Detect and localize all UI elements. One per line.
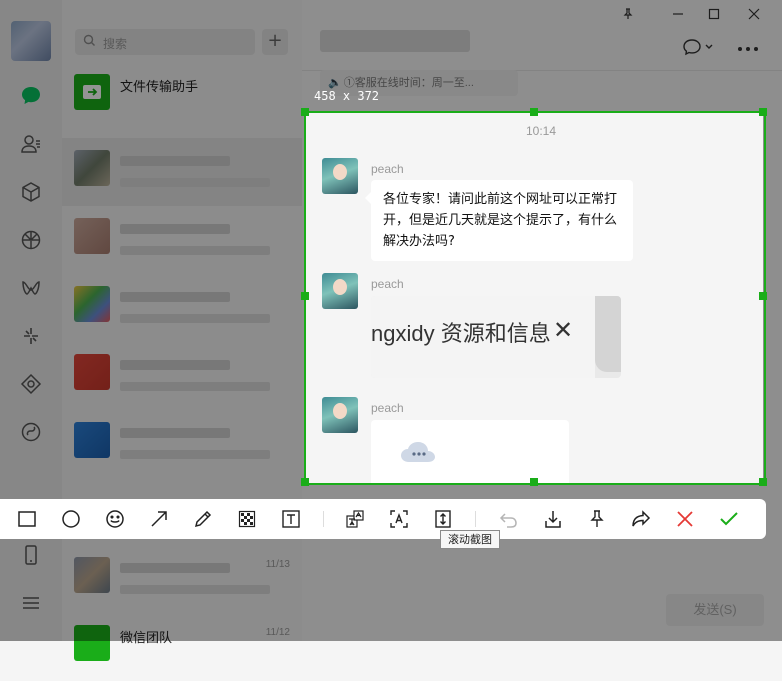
ellipse-icon[interactable]	[59, 507, 83, 531]
resize-handle[interactable]	[530, 478, 538, 486]
capture-region[interactable]: 10:14 peach 各位专家！请问此前这个网址可以正常打开，但是近几天就是这…	[305, 112, 763, 484]
avatar	[322, 273, 358, 309]
close-icon: ✕	[553, 316, 574, 344]
cancel-icon[interactable]	[673, 507, 697, 531]
message-time: 10:14	[525, 124, 557, 138]
confirm-icon[interactable]	[717, 507, 741, 531]
avatar	[322, 397, 358, 433]
save-icon[interactable]	[541, 507, 565, 531]
rectangle-icon[interactable]	[15, 507, 39, 531]
image-message[interactable]: ngxidy 资源和信息 ✕	[371, 296, 621, 378]
resize-handle[interactable]	[301, 108, 309, 116]
resize-handle[interactable]	[759, 478, 767, 486]
cloud-icon	[401, 442, 435, 462]
message-bubble: 各位专家！请问此前这个网址可以正常打开，但是近几天就是这个提示了，有什么解决办法…	[365, 180, 633, 261]
toolbar-divider	[323, 511, 324, 527]
pin-icon[interactable]	[585, 507, 609, 531]
toolbar-divider	[475, 511, 476, 527]
sender-name: peach	[371, 162, 404, 176]
translate-icon[interactable]	[343, 507, 367, 531]
sender-name: peach	[371, 401, 404, 415]
mosaic-icon[interactable]	[235, 507, 259, 531]
ocr-icon[interactable]	[387, 507, 411, 531]
image-content: ngxidy 资源和信息 ✕	[371, 296, 595, 378]
selection-size-label: 458 x 372	[314, 89, 380, 103]
text-icon[interactable]	[279, 507, 303, 531]
arrow-icon[interactable]	[147, 507, 171, 531]
resize-handle[interactable]	[530, 108, 538, 116]
message-card[interactable]	[371, 420, 569, 484]
pen-icon[interactable]	[191, 507, 215, 531]
screenshot-toolbar	[0, 499, 766, 539]
tooltip: 滚动截图	[440, 530, 500, 549]
resize-handle[interactable]	[301, 292, 309, 300]
image-text: ngxidy 资源和信息	[371, 321, 551, 346]
resize-handle[interactable]	[301, 478, 309, 486]
avatar	[322, 158, 358, 194]
share-icon[interactable]	[629, 507, 653, 531]
undo-icon[interactable]	[497, 507, 521, 531]
resize-handle[interactable]	[759, 108, 767, 116]
scroll-capture-icon[interactable]	[431, 507, 455, 531]
emoji-icon[interactable]	[103, 507, 127, 531]
resize-handle[interactable]	[759, 292, 767, 300]
image-side-tab	[595, 296, 621, 372]
sender-name: peach	[371, 277, 404, 291]
